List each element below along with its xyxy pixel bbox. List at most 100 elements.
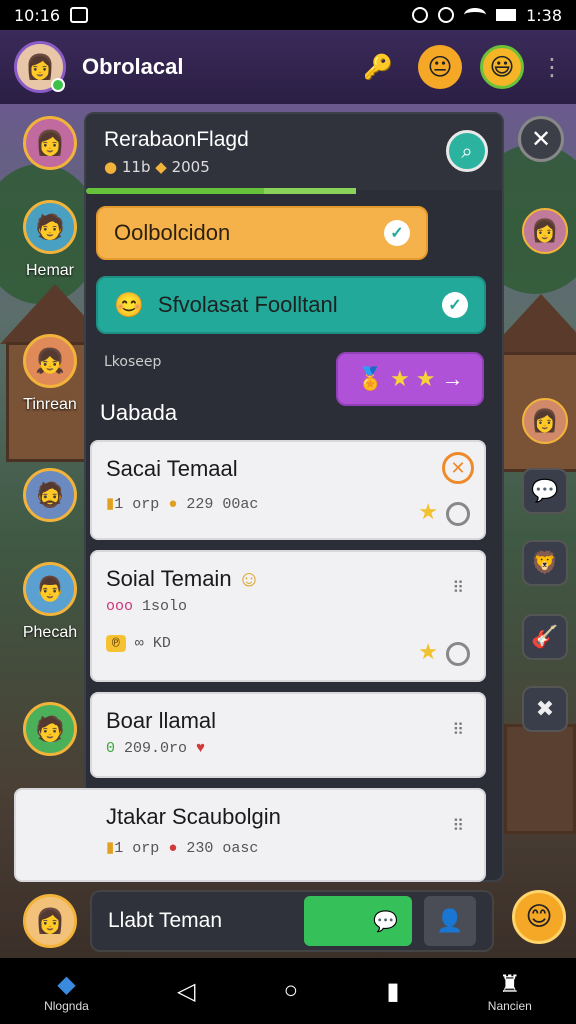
nav-label: Nancien — [487, 998, 532, 1013]
home-icon: ○ — [283, 977, 299, 1004]
clock-icon — [438, 7, 455, 23]
heart-icon: ♥ — [196, 740, 206, 757]
item-meta: ▮1 orp ● 230 oasc — [106, 838, 470, 857]
profile-avatar[interactable]: 👩 — [14, 41, 66, 93]
status-ring-icon — [446, 642, 470, 666]
message-input[interactable]: Llabt Teman — [108, 909, 304, 933]
app-bar: 👩 Obrolacal 🔑 😐 😃 ⋮ — [0, 30, 576, 104]
star-icon[interactable]: ★ — [418, 640, 438, 665]
mask-icon: ∞ — [134, 635, 144, 652]
friend-avatar-5[interactable]: 👨 Phecah — [14, 562, 86, 642]
item-name: Boar llamal — [106, 708, 217, 733]
meta-value: 209.0ro — [124, 740, 188, 757]
nav-left-app[interactable]: ◆ Nlognda — [44, 970, 89, 1013]
option-orange[interactable]: Oolbolcidon ✓ — [96, 206, 428, 260]
list-item-selected[interactable]: Jtakar Scaubolgin ▮1 orp ● 230 oasc ⠿ — [14, 788, 486, 882]
meta-value: 230 oasc — [186, 840, 259, 857]
meta-value: orp — [132, 840, 160, 857]
pin-icon[interactable]: ✖ — [522, 686, 568, 732]
avatar: 👩 — [23, 116, 77, 170]
chat-icon[interactable]: 💬 — [522, 468, 568, 514]
panel-stats: ● 11b ◆ 2005 — [104, 158, 484, 176]
item-meta: ▮1 orp ● 229 00ac — [106, 494, 470, 513]
gem-icon: ◆ — [155, 158, 167, 176]
status-right-time: 1:38 — [526, 5, 562, 25]
app-icon: ◆ — [57, 970, 76, 998]
avatar: 👨 — [23, 562, 77, 616]
app-title: Obrolacal — [82, 54, 184, 79]
item-name: Soial Temain ☺ — [106, 566, 470, 592]
reward-icon[interactable]: 😃 — [480, 45, 524, 89]
smiley-icon: ☺ — [237, 566, 261, 591]
wifi-icon — [464, 8, 487, 22]
list-item[interactable]: Boar llamal 0 209.0ro ♥ ⠿ — [90, 692, 486, 778]
home-button[interactable]: ○ — [284, 977, 299, 1005]
avatar: 👧 — [23, 334, 77, 388]
search-icon[interactable]: ⌕ — [446, 130, 488, 172]
crate-decoration — [504, 724, 576, 834]
key-icon[interactable]: 🔑 — [356, 45, 400, 89]
add-friend-button[interactable]: 👤 — [424, 896, 476, 946]
meta-value: 1 — [114, 496, 124, 513]
meta-value: orp — [132, 496, 160, 513]
coin-icon: ● — [168, 496, 178, 513]
alarm-icon — [412, 7, 429, 23]
drag-handle-icon[interactable]: ⠿ — [452, 816, 464, 835]
close-button[interactable]: ✕ — [518, 116, 564, 162]
emoji-icon[interactable]: 😐 — [418, 45, 462, 89]
list-item[interactable]: Sacai Temaal ▮1 orp ● 229 00ac ✕ ★ — [90, 440, 486, 540]
more-menu-icon[interactable]: ⋮ — [540, 45, 564, 89]
friend-avatar-3[interactable]: 👧 Tinrean — [14, 334, 86, 414]
meta-value: 1 — [114, 840, 124, 857]
partial-label: Lkoseep — [104, 354, 162, 370]
meta-value: 0 — [106, 740, 116, 757]
option-teal[interactable]: 😊 Sfvolasat Foolltanl ✓ — [96, 276, 486, 334]
star-icon[interactable]: ★ — [418, 500, 438, 525]
badge-chip: ℗ — [106, 635, 126, 652]
panel-header: RerabaonFlagd ● 11b ◆ 2005 ⌕ — [86, 114, 502, 190]
item-name: Jtakar Scaubolgin — [106, 804, 281, 829]
friend-name: Tinrean — [23, 396, 77, 413]
item-meta: ooo 1solo — [106, 598, 470, 615]
online-status-dot — [51, 78, 65, 92]
rating-button[interactable]: 🏅 ★ ★ → — [336, 352, 484, 406]
lion-icon[interactable]: 🦁 — [522, 540, 568, 586]
battery-icon — [496, 9, 517, 21]
drag-handle-icon[interactable]: ⠿ — [452, 578, 464, 597]
back-icon: ◁ — [177, 977, 196, 1005]
gallery-notification-icon — [70, 7, 89, 23]
medal-icon: 🏅 — [356, 366, 384, 391]
emoji-fab[interactable]: 😊 — [512, 890, 566, 944]
chat-bubble-icon: 💬 — [373, 909, 398, 933]
item-meta: 0 209.0ro ♥ — [106, 740, 470, 757]
friend-avatar-8[interactable]: 👩 — [14, 894, 86, 948]
user-icon: 👤 — [436, 908, 464, 934]
recents-button[interactable]: ▮ — [386, 977, 399, 1006]
right-avatar[interactable]: 👩 — [522, 208, 568, 254]
back-button[interactable]: ◁ — [177, 977, 195, 1006]
item-meta-2: ℗ ∞ KD — [106, 635, 470, 652]
friend-avatar-1[interactable]: 👩 — [14, 116, 86, 170]
progress-bar-segment — [264, 188, 356, 194]
right-avatar-2[interactable]: 👩 — [522, 398, 568, 444]
guitar-icon[interactable]: 🎸 — [522, 614, 568, 660]
stats-value-2: 2005 — [171, 158, 210, 176]
friend-avatar-4[interactable]: 🧔 — [14, 468, 86, 522]
friend-avatar-6[interactable]: 🧑 — [14, 702, 86, 756]
meta-value: KD — [152, 635, 171, 652]
avatar: 🧔 — [23, 468, 77, 522]
nav-right-app[interactable]: ♜ Nancien — [488, 970, 532, 1013]
drag-handle-icon[interactable]: ⠿ — [452, 720, 464, 739]
coin-icon: ● — [104, 158, 118, 176]
avatar-face-icon: 👩 — [25, 53, 55, 81]
check-icon: ✓ — [384, 220, 410, 246]
check-icon: ✓ — [442, 292, 468, 318]
stats-value: 11b — [121, 158, 151, 176]
arrow-right-icon: → — [441, 366, 464, 391]
avatar: 🧑 — [23, 200, 77, 254]
send-button[interactable]: 💬 — [304, 896, 412, 946]
chef-icon: ♜ — [499, 970, 521, 998]
friend-avatar-2[interactable]: 🧑 Hemar — [14, 200, 86, 280]
list-item[interactable]: Soial Temain ☺ ooo 1solo ℗ ∞ KD ⠿ ★ — [90, 550, 486, 682]
remove-button[interactable]: ✕ — [442, 452, 474, 484]
